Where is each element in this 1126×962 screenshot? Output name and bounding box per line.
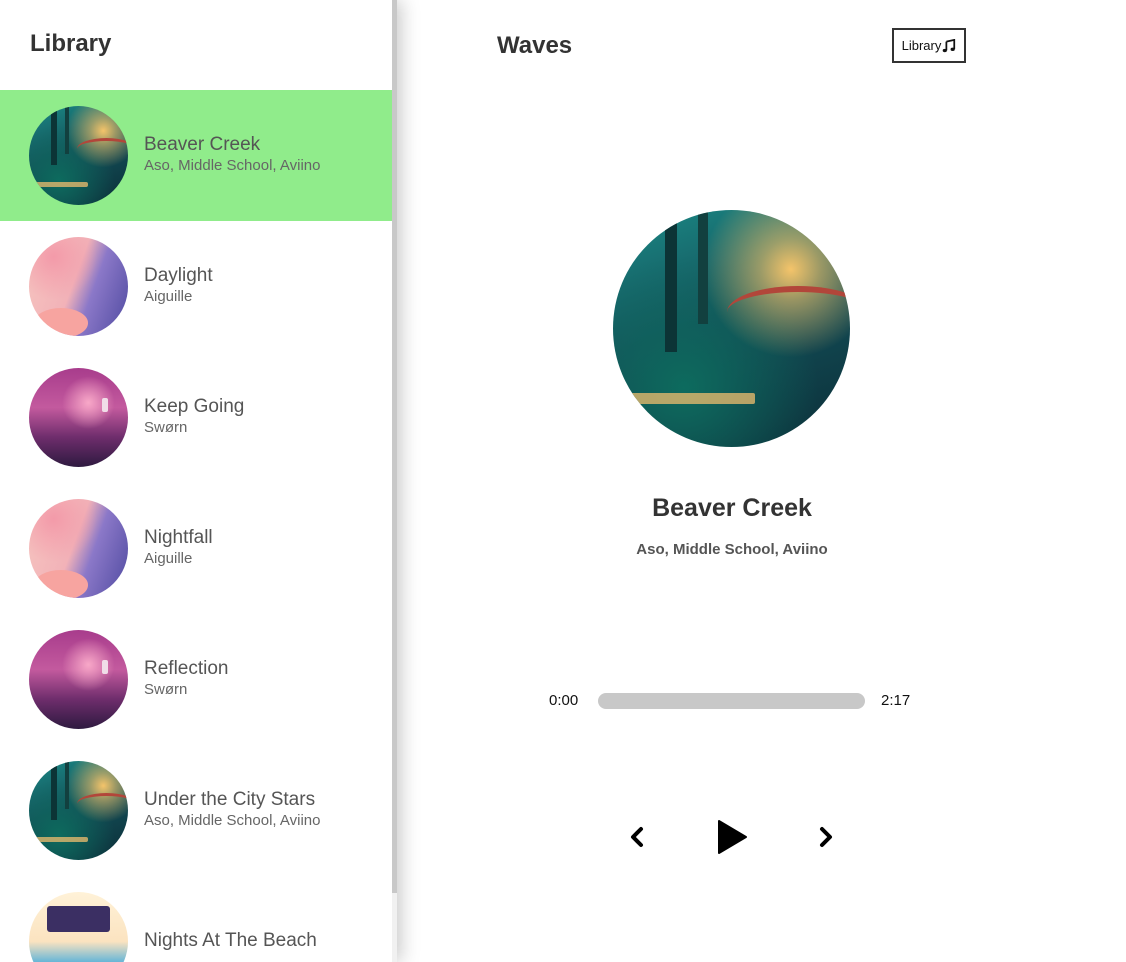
- library-song[interactable]: Nights At The Beach: [0, 876, 392, 962]
- song-name: Nights At The Beach: [144, 929, 317, 951]
- now-playing-title: Beaver Creek: [652, 494, 812, 522]
- song-description: Daylight Aiguille: [144, 265, 213, 306]
- song-cover: [29, 892, 128, 962]
- song-name: Under the City Stars: [144, 789, 316, 810]
- song-description: Nightfall Aiguille: [144, 527, 213, 568]
- play-icon: [718, 820, 747, 854]
- library-scrollbar-thumb[interactable]: [392, 0, 397, 893]
- song-cover: [29, 368, 128, 467]
- duration: 2:17: [881, 692, 911, 709]
- library-song[interactable]: Nightfall Aiguille: [0, 483, 392, 614]
- chevron-right-icon: [820, 827, 832, 847]
- app-title: Waves: [497, 32, 573, 59]
- previous-track-button[interactable]: [622, 822, 652, 852]
- progress-slider[interactable]: [598, 693, 865, 709]
- library-panel: Library Beaver Creek Aso, Middle School,…: [0, 0, 397, 962]
- library-toggle-button[interactable]: Library: [892, 28, 966, 63]
- song-description: Under the City Stars Aso, Middle School,…: [144, 789, 321, 830]
- next-track-button[interactable]: [811, 822, 841, 852]
- song-cover: [29, 106, 128, 205]
- play-button[interactable]: [712, 816, 752, 858]
- song-artist: Swørn: [144, 681, 188, 698]
- song-cover: [29, 761, 128, 860]
- song-artist: Swørn: [144, 419, 188, 436]
- library-title: Library: [30, 30, 112, 57]
- library-song[interactable]: Daylight Aiguille: [0, 221, 392, 352]
- song-description: Nights At The Beach: [144, 930, 317, 952]
- library-song[interactable]: Under the City Stars Aso, Middle School,…: [0, 745, 392, 876]
- music-note-icon: [943, 38, 956, 52]
- library-button-label: Library: [901, 38, 942, 53]
- song-cover: [29, 499, 128, 598]
- song-artist: Aso, Middle School, Aviino: [144, 157, 321, 174]
- song-list: Beaver Creek Aso, Middle School, Aviino …: [0, 90, 392, 962]
- library-song[interactable]: Reflection Swørn: [0, 614, 392, 745]
- song-cover: [29, 237, 128, 336]
- song-description: Reflection Swørn: [144, 658, 229, 699]
- now-playing-artist: Aso, Middle School, Aviino: [636, 541, 828, 558]
- song-artist: Aiguille: [144, 550, 193, 567]
- song-name: Reflection: [144, 658, 229, 679]
- song-cover: [29, 630, 128, 729]
- song-name: Keep Going: [144, 396, 245, 417]
- song-artist: Aiguille: [144, 288, 193, 305]
- song-artist: Aso, Middle School, Aviino: [144, 812, 321, 829]
- chevron-left-icon: [631, 827, 643, 847]
- song-name: Beaver Creek: [144, 134, 261, 155]
- now-playing-cover: [613, 210, 850, 447]
- library-song[interactable]: Keep Going Swørn: [0, 352, 392, 483]
- song-name: Daylight: [144, 265, 213, 286]
- song-name: Nightfall: [144, 527, 213, 548]
- song-description: Keep Going Swørn: [144, 396, 244, 437]
- song-description: Beaver Creek Aso, Middle School, Aviino: [144, 134, 321, 175]
- current-time: 0:00: [549, 692, 579, 709]
- library-song[interactable]: Beaver Creek Aso, Middle School, Aviino: [0, 90, 392, 221]
